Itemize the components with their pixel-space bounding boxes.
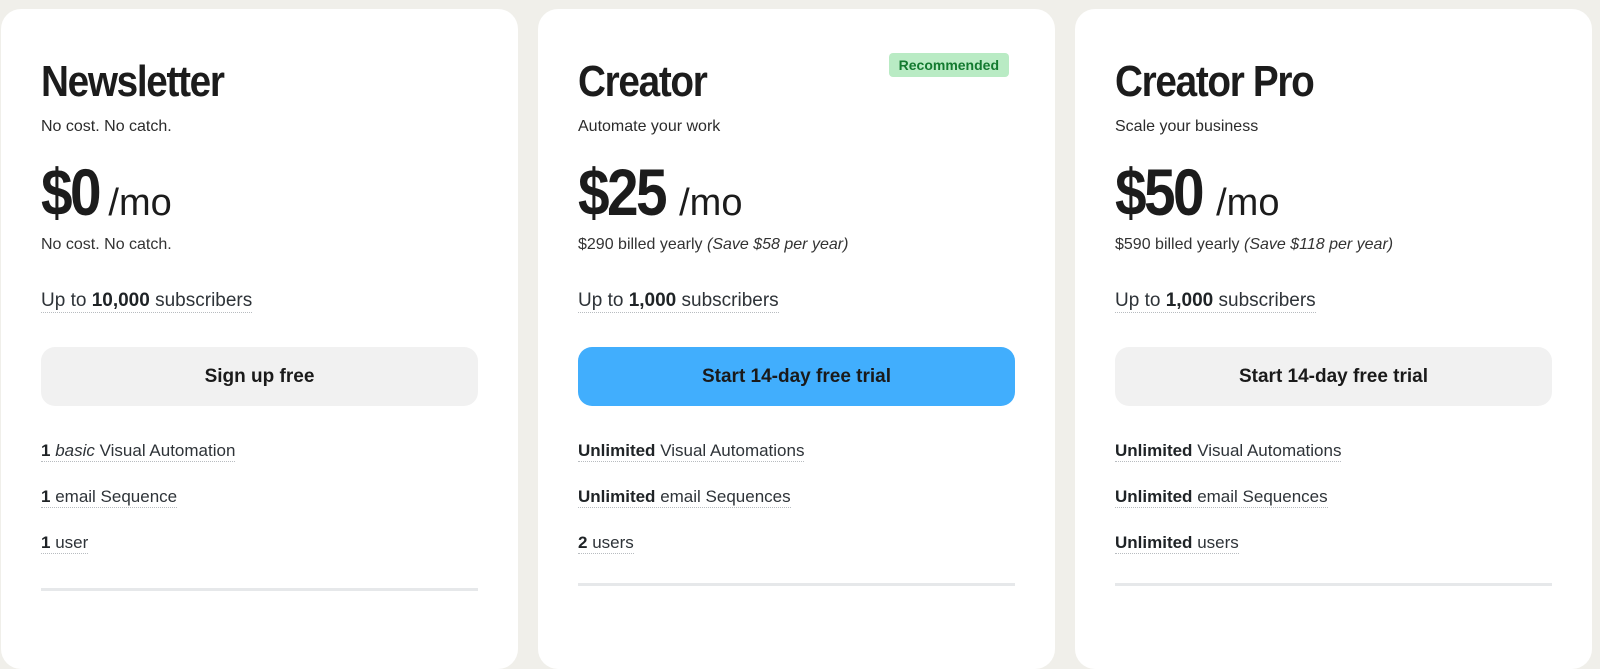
feature-item[interactable]: Unlimited Visual Automations [578, 440, 1015, 486]
price-period: /mo [679, 182, 743, 224]
divider [1115, 583, 1552, 586]
subscriber-prefix: Up to [1115, 290, 1161, 311]
plan-price: $0 [41, 155, 102, 229]
plan-tagline: Scale your business [1115, 118, 1259, 135]
plan-card-creator: Recommended Creator Automate your work $… [538, 9, 1055, 669]
plan-card-creator-pro: Creator Pro Scale your business $50 /mo … [1075, 9, 1592, 669]
feature-quantity: Unlimited [1115, 487, 1193, 506]
price-row: $0 /mo [41, 159, 478, 225]
billing-savings: (Save $58 per year) [706, 236, 849, 253]
plan-card-newsletter: Newsletter No cost. No catch. $0 /mo No … [1, 9, 518, 669]
feature-quantity: 1 [41, 441, 51, 460]
feature-quantity: 2 [578, 533, 588, 552]
plan-name: Creator [578, 57, 708, 106]
plan-price: $50 [1115, 155, 1205, 229]
feature-text: Visual Automations [660, 441, 805, 460]
price-period: /mo [108, 182, 172, 224]
feature-item[interactable]: Unlimited email Sequences [1115, 486, 1552, 532]
feature-item[interactable]: Unlimited users [1115, 532, 1552, 578]
subscriber-suffix: subscribers [681, 290, 779, 311]
pricing-cards: Newsletter No cost. No catch. $0 /mo No … [1, 9, 1592, 669]
feature-quantity: 1 [41, 533, 51, 552]
price-period: /mo [1216, 182, 1280, 224]
price-row: $50 /mo [1115, 159, 1552, 225]
feature-item[interactable]: 1 email Sequence [41, 486, 478, 532]
divider [578, 583, 1015, 586]
feature-list: Unlimited Visual Automations Unlimited e… [578, 440, 1015, 578]
feature-text: Visual Automation [99, 441, 236, 460]
subscriber-prefix: Up to [578, 290, 624, 311]
plan-name: Creator Pro [1115, 57, 1315, 106]
billing-info: $290 billed yearly (Save $58 per year) [578, 235, 1015, 255]
subscriber-limit[interactable]: Up to 1,000 subscribers [578, 289, 1015, 315]
billing-info: $590 billed yearly (Save $118 per year) [1115, 235, 1552, 255]
feature-quantity: 1 [41, 487, 51, 506]
feature-text: user [55, 533, 89, 552]
feature-quantity: Unlimited [578, 441, 656, 460]
feature-text: users [1197, 533, 1239, 552]
billing-text: No cost. No catch. [41, 236, 172, 253]
divider [41, 588, 478, 591]
subscriber-count: 1,000 [628, 290, 677, 311]
feature-quantity: Unlimited [1115, 441, 1193, 460]
start-free-trial-button[interactable]: Start 14-day free trial [578, 347, 1015, 406]
feature-text: users [592, 533, 634, 552]
feature-text: Visual Automations [1197, 441, 1342, 460]
feature-qualifier: basic [55, 441, 95, 460]
subscriber-suffix: subscribers [155, 290, 253, 311]
feature-item[interactable]: Unlimited Visual Automations [1115, 440, 1552, 486]
subscriber-count: 10,000 [91, 290, 150, 311]
start-free-trial-button[interactable]: Start 14-day free trial [1115, 347, 1552, 406]
feature-text: email Sequence [55, 487, 178, 506]
feature-text: email Sequences [1197, 487, 1328, 506]
feature-list: Unlimited Visual Automations Unlimited e… [1115, 440, 1552, 578]
feature-list: 1 basic Visual Automation 1 email Sequen… [41, 440, 478, 578]
billing-text: $290 billed yearly [578, 236, 703, 253]
feature-item[interactable]: 2 users [578, 532, 1015, 578]
feature-item[interactable]: 1 user [41, 532, 478, 578]
billing-info: No cost. No catch. [41, 235, 478, 255]
subscriber-suffix: subscribers [1218, 290, 1316, 311]
plan-name: Newsletter [41, 57, 225, 106]
plan-tagline: No cost. No catch. [41, 118, 172, 135]
price-row: $25 /mo [578, 159, 1015, 225]
plan-price: $25 [578, 155, 668, 229]
feature-quantity: Unlimited [1115, 533, 1193, 552]
plan-tagline: Automate your work [578, 118, 721, 135]
feature-item[interactable]: Unlimited email Sequences [578, 486, 1015, 532]
subscriber-prefix: Up to [41, 290, 87, 311]
feature-text: email Sequences [660, 487, 791, 506]
subscriber-limit[interactable]: Up to 10,000 subscribers [41, 289, 478, 315]
billing-savings: (Save $118 per year) [1243, 236, 1394, 253]
sign-up-free-button[interactable]: Sign up free [41, 347, 478, 406]
subscriber-limit[interactable]: Up to 1,000 subscribers [1115, 289, 1552, 315]
billing-text: $590 billed yearly [1115, 236, 1240, 253]
subscriber-count: 1,000 [1165, 290, 1214, 311]
feature-item[interactable]: 1 basic Visual Automation [41, 440, 478, 486]
feature-quantity: Unlimited [578, 487, 656, 506]
